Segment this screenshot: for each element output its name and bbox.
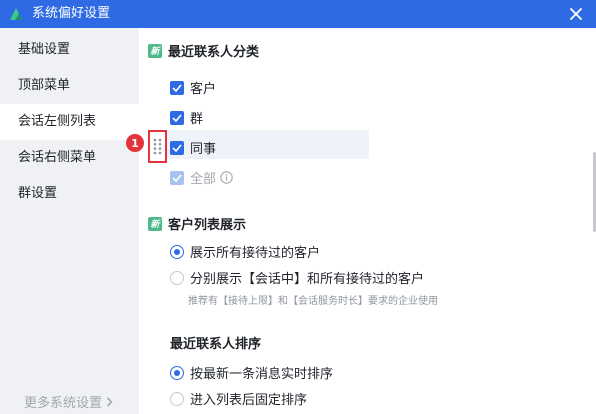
- option-group[interactable]: 群: [170, 108, 203, 127]
- option-label: 进入列表后固定排序: [190, 393, 308, 408]
- info-icon[interactable]: [220, 171, 233, 184]
- option-label: 分别展示【会话中】和所有接待过的客户: [190, 272, 425, 287]
- radio-unselected-icon[interactable]: [170, 391, 184, 406]
- option-label: 展示所有接待过的客户: [190, 246, 321, 261]
- section-title-text: 最近联系人排序: [170, 337, 262, 352]
- radio-unselected-icon[interactable]: [170, 270, 184, 285]
- section-title-text: 客户列表展示: [168, 218, 247, 233]
- option-label: 群: [190, 112, 204, 127]
- option-customer[interactable]: 客户: [170, 78, 216, 97]
- close-icon: [570, 8, 582, 20]
- checkbox-disabled-icon: [170, 170, 184, 185]
- sidebar-item-basic[interactable]: 基础设置: [0, 32, 139, 68]
- title-bar: 系统偏好设置: [0, 0, 596, 28]
- checkbox-checked-icon[interactable]: [170, 80, 184, 95]
- option-colleague[interactable]: 同事: [170, 138, 216, 157]
- option-label: 全部: [190, 172, 217, 187]
- checkbox-checked-icon[interactable]: [170, 110, 184, 125]
- close-button[interactable]: [566, 4, 586, 24]
- section-recent-contacts-category-title: 新 最近联系人分类: [148, 41, 259, 60]
- more-settings-link[interactable]: 更多系统设置: [24, 392, 113, 411]
- option-show-separately[interactable]: 分别展示【会话中】和所有接待过的客户: [170, 268, 424, 287]
- drag-handle[interactable]: [148, 130, 167, 163]
- option-fixed-sort[interactable]: 进入列表后固定排序: [170, 389, 307, 408]
- radio-selected-icon[interactable]: [170, 244, 184, 259]
- app-logo-icon: [10, 8, 22, 20]
- checkbox-checked-icon[interactable]: [170, 140, 184, 155]
- option-show-all-served-customers[interactable]: 展示所有接待过的客户: [170, 242, 320, 261]
- option-hint-text: 推荐有【接待上限】和【会话服务时长】要求的企业使用: [188, 296, 438, 307]
- section-recent-contacts-sort-title: 最近联系人排序: [170, 333, 261, 352]
- annotation-number-badge: 1: [126, 134, 144, 152]
- option-label: 客户: [190, 82, 217, 97]
- window-title: 系统偏好设置: [32, 6, 111, 21]
- option-label: 同事: [190, 142, 217, 157]
- chevron-right-icon: [106, 396, 113, 407]
- new-badge: 新: [148, 216, 162, 231]
- sidebar: 基础设置 顶部菜单 会话左侧列表 会话右侧菜单 群设置 更多系统设置: [0, 28, 139, 414]
- option-all: 全部: [170, 168, 233, 187]
- section-customer-list-display-title: 新 客户列表展示: [148, 214, 246, 233]
- sidebar-item-group-settings[interactable]: 群设置: [0, 176, 139, 212]
- drag-handle-icon: [153, 138, 162, 155]
- option-sort-by-latest-message[interactable]: 按最新一条消息实时排序: [170, 363, 333, 382]
- sidebar-item-top-menu[interactable]: 顶部菜单: [0, 68, 139, 104]
- section-title-text: 最近联系人分类: [168, 45, 260, 60]
- option-label: 按最新一条消息实时排序: [190, 367, 334, 382]
- new-badge: 新: [148, 43, 162, 58]
- sidebar-item-session-left-list[interactable]: 会话左侧列表: [0, 104, 139, 140]
- more-settings-label: 更多系统设置: [24, 396, 103, 411]
- sidebar-item-session-right-menu[interactable]: 会话右侧菜单: [0, 140, 139, 176]
- radio-selected-icon[interactable]: [170, 365, 184, 380]
